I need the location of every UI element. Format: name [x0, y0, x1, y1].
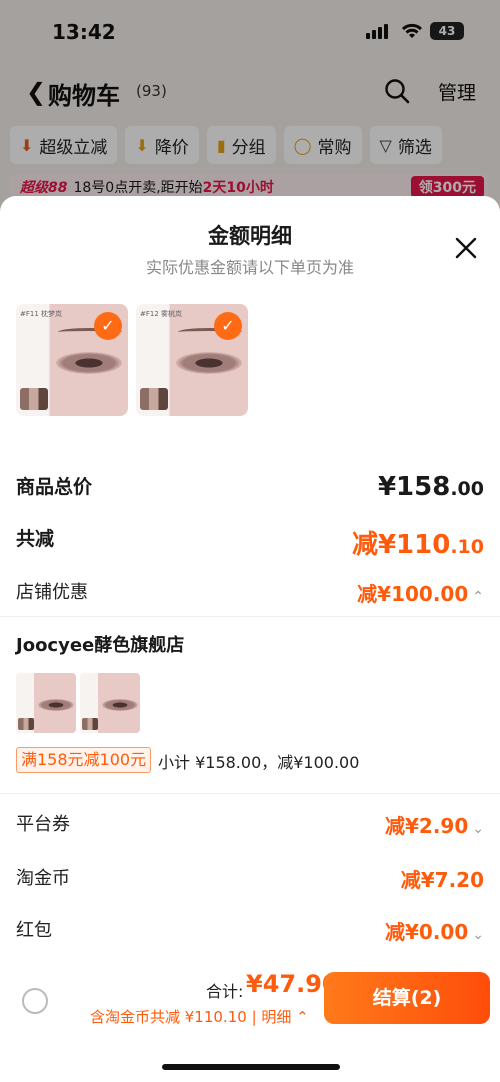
product-mini-thumbnail [80, 673, 140, 733]
store-discount-label: 店铺优惠 [16, 582, 88, 603]
chevron-down-icon: ⌄ [472, 821, 484, 837]
product-image-detail [56, 352, 122, 374]
palette-image [140, 388, 168, 410]
product-label: #F11 枕梦岚 [20, 310, 63, 318]
sheet-title: 金额明细 [208, 224, 292, 248]
home-indicator [162, 1064, 340, 1070]
store-discount-value[interactable]: 减¥100.00 ⌃ [357, 578, 484, 607]
store-name: Joocyee酵色旗舰店 [16, 635, 185, 656]
store-subtotal: 小计 ¥158.00，减¥100.00 [158, 753, 360, 772]
close-icon[interactable] [454, 236, 478, 260]
discount-detail-toggle[interactable]: 含淘金币共减 ¥110.10 | 明细 ⌃ [90, 1006, 309, 1027]
checkout-button[interactable]: 结算(2) [324, 972, 490, 1024]
product-mini-thumbnail [16, 673, 76, 733]
product-image-detail [38, 699, 74, 711]
total-discount-label: 共减 [16, 528, 55, 550]
platform-coupon-label: 平台券 [16, 814, 70, 835]
product-image-detail [102, 699, 138, 711]
palette-image [82, 718, 98, 730]
red-packet-value[interactable]: 减¥0.00 ⌄ [385, 916, 484, 945]
palette-image [18, 718, 34, 730]
total-price-label: 商品总价 [16, 476, 93, 498]
total-discount-row: 共减 减¥110.10 [16, 524, 484, 560]
sheet-subtitle: 实际优惠金额请以下单页为准 [145, 258, 354, 277]
store-coupon-badge: 满158元减100元 [16, 747, 152, 773]
taojinbi-label: 淘金币 [16, 868, 70, 889]
total-label: 合计: [206, 982, 244, 1001]
amount-detail-sheet: 金额明细 实际优惠金额请以下单页为准 #F11 枕梦岚 ✓ #F12 雾桃岚 ✓… [0, 196, 500, 1082]
platform-coupon-value[interactable]: 减¥2.90 ⌄ [385, 810, 484, 839]
store-discount-row[interactable]: 店铺优惠 减¥100.00 ⌃ [16, 578, 484, 612]
product-thumbnail[interactable]: #F11 枕梦岚 ✓ [16, 304, 128, 416]
product-label: #F12 雾桃岚 [140, 310, 183, 318]
total-discount-value: 减¥110.10 [351, 530, 484, 560]
chevron-up-icon: ⌃ [296, 1008, 309, 1026]
select-all-radio[interactable] [22, 988, 48, 1014]
store-discount-detail: Joocyee酵色旗舰店 满158元减100元 小计 ¥158.00，减¥100… [0, 616, 500, 794]
taojinbi-value: 减¥7.20 [400, 868, 484, 892]
checkout-footer: 合计: ¥47.90 含淘金币共减 ¥110.10 | 明细 ⌃ 结算(2) [0, 954, 500, 1082]
red-packet-label: 红包 [16, 920, 52, 941]
taojinbi-row: 淘金币 减¥7.20 [16, 864, 484, 898]
check-icon[interactable]: ✓ [94, 312, 122, 340]
chevron-up-icon: ⌃ [472, 589, 484, 605]
product-image-detail [176, 352, 242, 374]
red-packet-row[interactable]: 红包 减¥0.00 ⌄ [16, 916, 484, 950]
check-icon[interactable]: ✓ [214, 312, 242, 340]
total-price-row: 商品总价 ¥158.00 [16, 472, 484, 506]
platform-coupon-row[interactable]: 平台券 减¥2.90 ⌄ [16, 810, 484, 844]
palette-image [20, 388, 48, 410]
product-thumbnail[interactable]: #F12 雾桃岚 ✓ [136, 304, 248, 416]
chevron-down-icon: ⌄ [472, 927, 484, 943]
total-price-value: ¥158.00 [377, 472, 484, 502]
